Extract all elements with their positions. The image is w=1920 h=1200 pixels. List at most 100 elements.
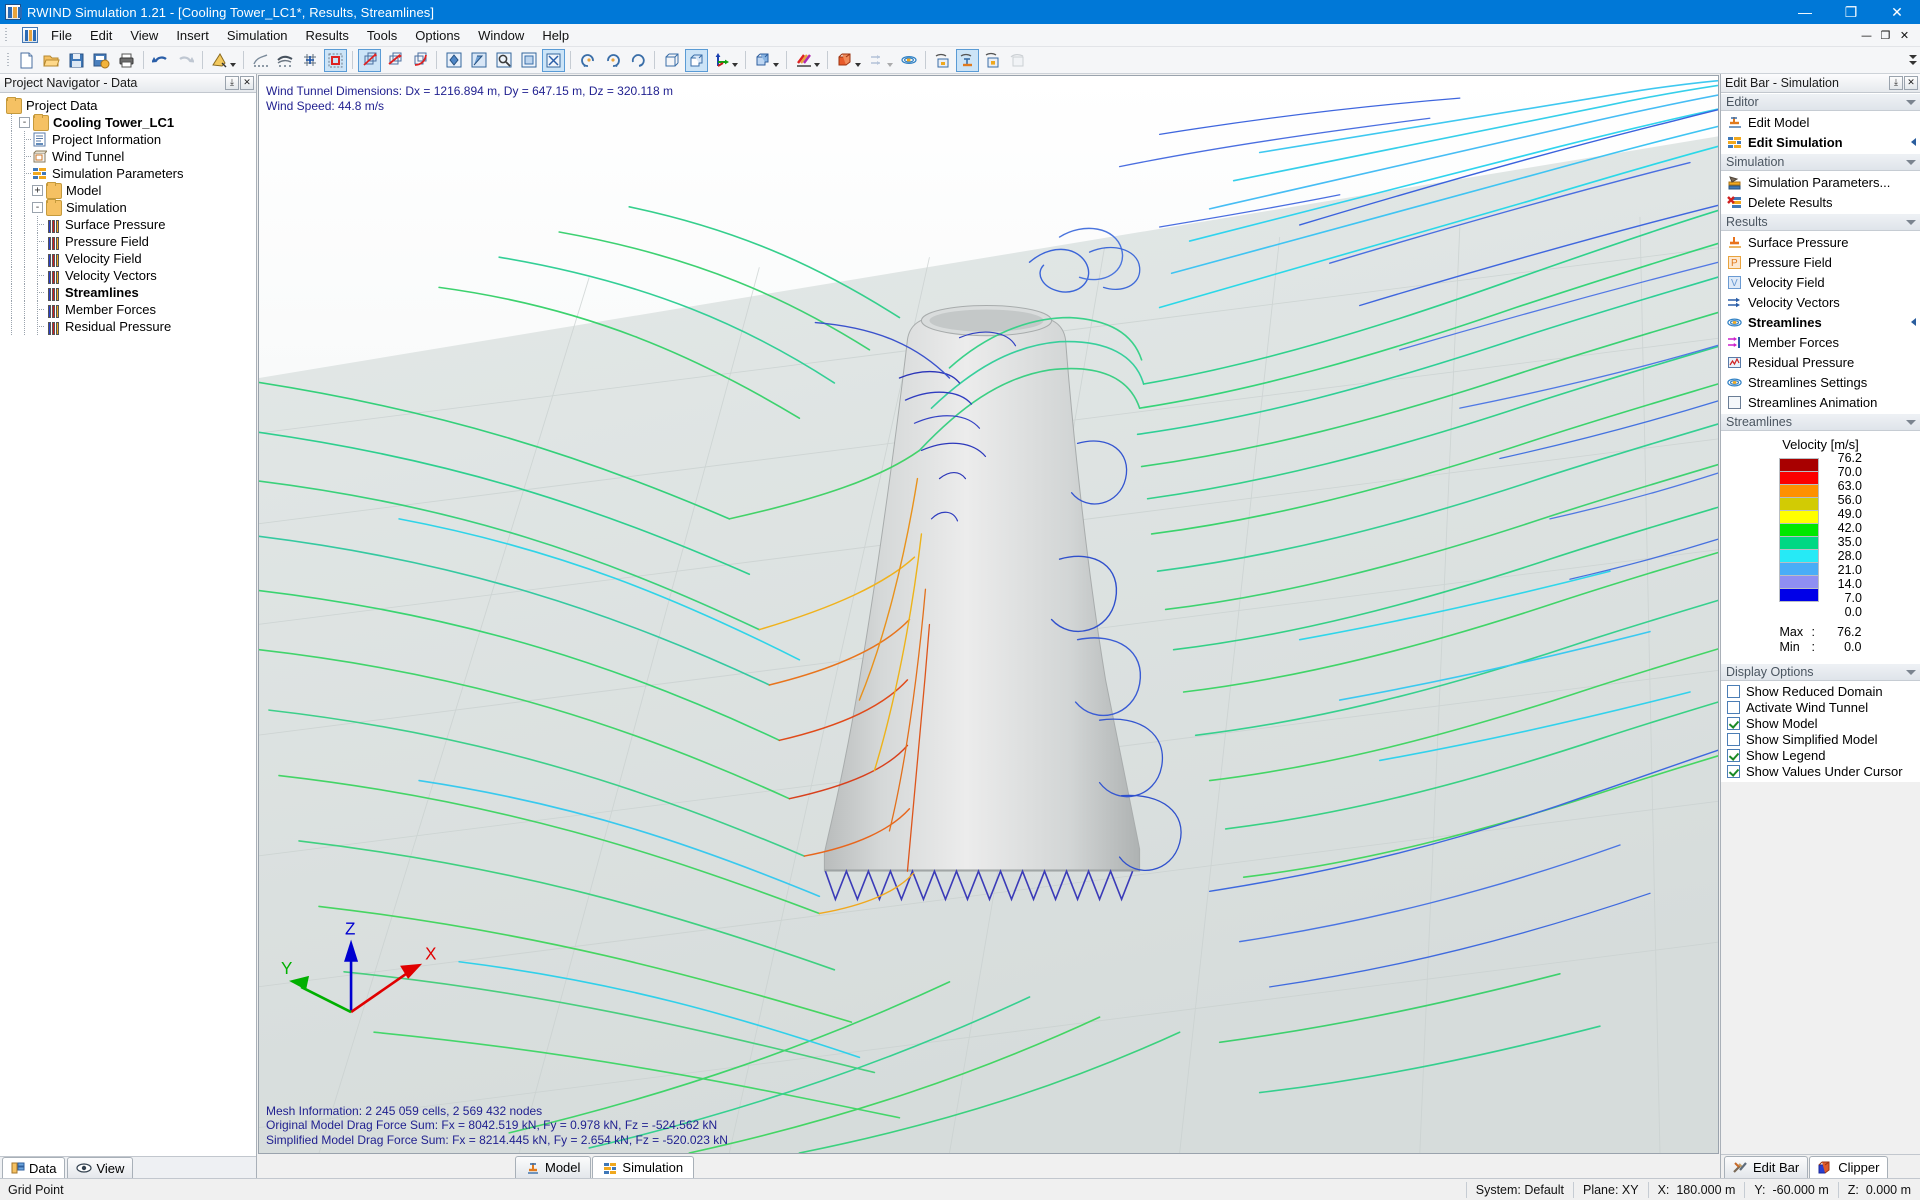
- surface-pressure-item[interactable]: Surface Pressure: [1721, 232, 1920, 252]
- edit-bar-close-button[interactable]: ✕: [1904, 76, 1918, 90]
- chevron-down-icon[interactable]: [1906, 669, 1916, 675]
- option-show-reduced-domain[interactable]: Show Reduced Domain: [1721, 683, 1920, 699]
- member-forces-item[interactable]: Member Forces: [1721, 332, 1920, 352]
- view-all-icon[interactable]: [442, 49, 465, 72]
- 3d-viewport[interactable]: Z X Y Wind Tunnel Dimensions: Dx = 1216.…: [258, 75, 1719, 1154]
- zoom-tool-icon[interactable]: [492, 49, 515, 72]
- delete-results-item[interactable]: Delete Results: [1721, 192, 1920, 212]
- menu-item-insert[interactable]: Insert: [167, 25, 218, 46]
- tree-item-velocity-vectors[interactable]: Velocity Vectors: [0, 267, 256, 284]
- simulation-parameters-item[interactable]: Simulation Parameters...: [1721, 172, 1920, 192]
- result-view-4-icon[interactable]: [1006, 49, 1029, 72]
- streamlines-item[interactable]: Streamlines: [1721, 312, 1920, 332]
- rotate-left-icon[interactable]: [576, 49, 599, 72]
- open-file-icon[interactable]: [40, 49, 63, 72]
- menu-item-window[interactable]: Window: [469, 25, 533, 46]
- grid-snap-icon[interactable]: [299, 49, 322, 72]
- checkbox[interactable]: [1727, 748, 1740, 762]
- option-show-simplified-model[interactable]: Show Simplified Model: [1721, 731, 1920, 747]
- chevron-down-icon[interactable]: [230, 62, 236, 67]
- streamlines-settings-item[interactable]: Streamlines Settings: [1721, 372, 1920, 392]
- selection-box-icon[interactable]: [324, 48, 347, 72]
- tree-item-streamlines[interactable]: Streamlines: [0, 284, 256, 301]
- print-icon[interactable]: [115, 49, 138, 72]
- checkbox[interactable]: [1727, 716, 1740, 730]
- tree-expand-toggle[interactable]: +: [32, 185, 43, 196]
- menu-item-simulation[interactable]: Simulation: [218, 25, 297, 46]
- edit-bar-pin-button[interactable]: ⤓: [1889, 76, 1903, 90]
- mdi-restore-button[interactable]: ❐: [1877, 28, 1894, 43]
- section-results[interactable]: Results: [1721, 213, 1920, 231]
- pressure-field-item[interactable]: P Pressure Field: [1721, 252, 1920, 272]
- save-icon[interactable]: [65, 49, 88, 72]
- section-simulation[interactable]: Simulation: [1721, 153, 1920, 171]
- tree-item-wind-tunnel[interactable]: Wind Tunnel: [0, 148, 256, 165]
- option-activate-wind-tunnel[interactable]: Activate Wind Tunnel: [1721, 699, 1920, 715]
- new-file-icon[interactable]: [15, 49, 38, 72]
- menu-item-help[interactable]: Help: [533, 25, 578, 46]
- menu-item-options[interactable]: Options: [406, 25, 469, 46]
- mdi-minimize-button[interactable]: —: [1858, 28, 1875, 43]
- tree-item-residual-pressure[interactable]: Residual Pressure: [0, 318, 256, 335]
- checkbox[interactable]: [1727, 732, 1740, 746]
- color-scale-icon[interactable]: [792, 49, 820, 72]
- model-shading-icon[interactable]: [751, 49, 779, 72]
- tree-collapse-toggle[interactable]: -: [32, 202, 43, 213]
- rotate-view-icon[interactable]: [358, 48, 381, 72]
- option-show-values-under-cursor[interactable]: Show Values Under Cursor: [1721, 763, 1920, 779]
- menu-item-tools[interactable]: Tools: [358, 25, 406, 46]
- tree-item-member-forces[interactable]: Member Forces: [0, 301, 256, 318]
- chevron-down-icon[interactable]: [814, 62, 820, 67]
- tree-item-pressure-field[interactable]: Pressure Field: [0, 233, 256, 250]
- toolbar-overflow-button[interactable]: [1908, 55, 1920, 65]
- mdi-close-button[interactable]: ✕: [1896, 28, 1913, 43]
- checkbox[interactable]: [1727, 764, 1740, 778]
- navigator-pin-button[interactable]: ⤓: [225, 76, 239, 90]
- rotate-right-icon[interactable]: [601, 49, 624, 72]
- axis-display-icon[interactable]: [710, 49, 738, 72]
- chevron-down-icon[interactable]: [1906, 159, 1916, 165]
- result-view-3-icon[interactable]: [981, 49, 1004, 72]
- restore-button[interactable]: ❐: [1828, 0, 1874, 24]
- streamlines-display-icon[interactable]: [897, 49, 920, 72]
- menu-item-file[interactable]: File: [42, 25, 81, 46]
- chevron-down-icon[interactable]: [855, 62, 861, 67]
- chevron-down-icon[interactable]: [1906, 419, 1916, 425]
- edit-model-item[interactable]: Edit Model: [1721, 112, 1920, 132]
- tree-collapse-toggle[interactable]: -: [19, 117, 30, 128]
- undo-icon[interactable]: [149, 49, 172, 72]
- fit-to-screen-icon[interactable]: [542, 48, 565, 72]
- tree-item-simulation-parameters[interactable]: Simulation Parameters: [0, 165, 256, 182]
- wind-flow-icon[interactable]: [274, 49, 297, 72]
- menu-item-results[interactable]: Results: [297, 25, 358, 46]
- clipper-box-icon[interactable]: [833, 49, 861, 72]
- navigator-close-button[interactable]: ✕: [240, 76, 254, 90]
- tree-item-model[interactable]: + Model: [0, 181, 256, 199]
- section-streamlines[interactable]: Streamlines: [1721, 413, 1920, 431]
- section-display-options[interactable]: Display Options: [1721, 663, 1920, 681]
- nav-tab-view[interactable]: View: [67, 1157, 134, 1178]
- zoom-window-icon[interactable]: [467, 49, 490, 72]
- result-view-1-icon[interactable]: [931, 49, 954, 72]
- streamlines-animation-item[interactable]: Streamlines Animation: [1721, 392, 1920, 412]
- residual-pressure-item[interactable]: Residual Pressure: [1721, 352, 1920, 372]
- menu-item-edit[interactable]: Edit: [81, 25, 121, 46]
- view-tab-model[interactable]: Model: [515, 1156, 592, 1178]
- chevron-down-icon[interactable]: [1906, 99, 1916, 105]
- tree-item-cooling-tower-lc1[interactable]: - Cooling Tower_LC1: [0, 113, 256, 131]
- velocity-vectors-item[interactable]: Velocity Vectors: [1721, 292, 1920, 312]
- velocity-field-item[interactable]: V Velocity Field: [1721, 272, 1920, 292]
- minimize-button[interactable]: —: [1782, 0, 1828, 24]
- tree-item-simulation[interactable]: - Simulation: [0, 198, 256, 216]
- chevron-down-icon[interactable]: [1906, 219, 1916, 225]
- view-tab-simulation[interactable]: Simulation: [592, 1156, 695, 1178]
- save-as-icon[interactable]: [90, 49, 113, 72]
- edit-simulation-item[interactable]: Edit Simulation: [1721, 132, 1920, 152]
- clipper-tab[interactable]: Clipper: [1809, 1156, 1889, 1178]
- tree-item-project-information[interactable]: Project Information: [0, 131, 256, 148]
- wireframe-box-icon[interactable]: [660, 49, 683, 72]
- tree-item-velocity-field[interactable]: Velocity Field: [0, 250, 256, 267]
- solid-box-icon[interactable]: [685, 48, 708, 72]
- render-mode-icon[interactable]: [208, 49, 236, 72]
- option-show-model[interactable]: Show Model: [1721, 715, 1920, 731]
